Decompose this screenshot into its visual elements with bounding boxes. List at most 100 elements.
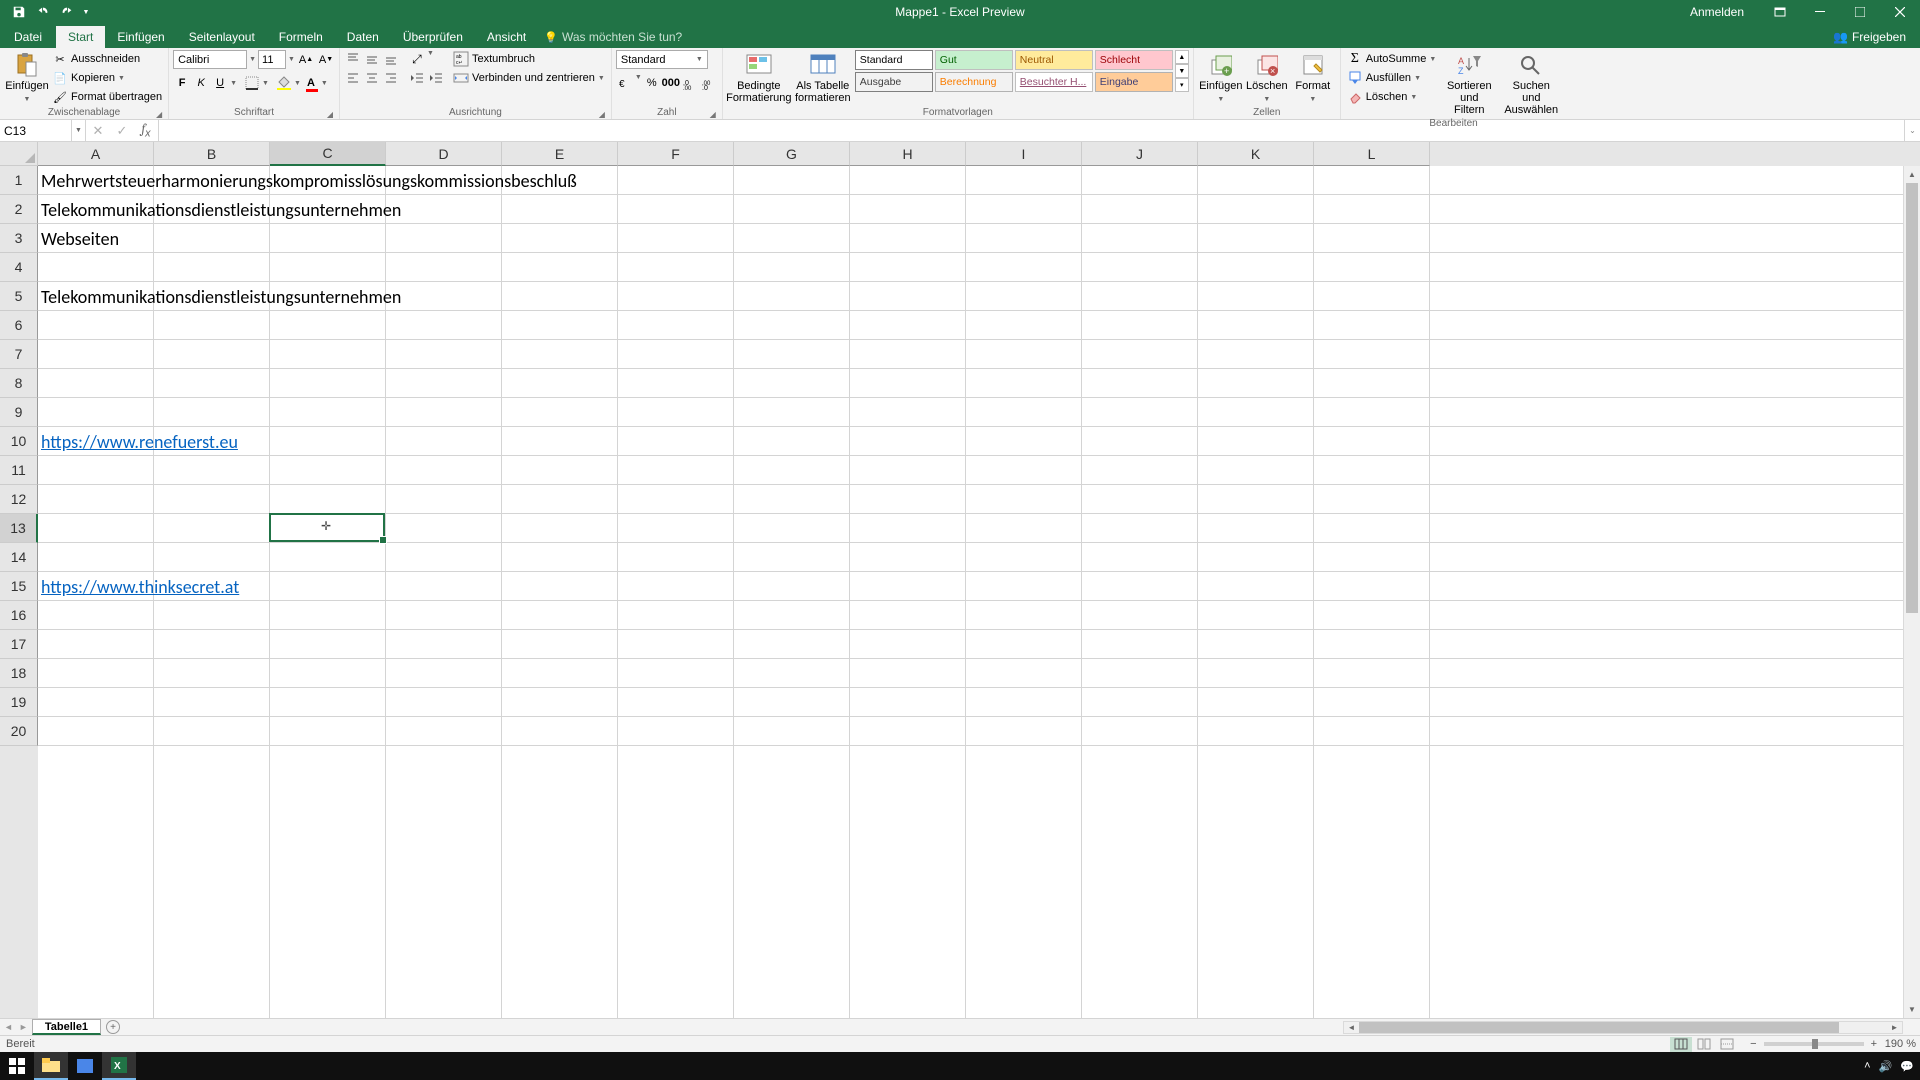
view-page-break-icon[interactable] [1716, 1037, 1738, 1052]
cancel-fx-icon[interactable]: ✕ [86, 123, 110, 139]
cell-value[interactable]: https://www.renefuerst.eu [38, 427, 241, 456]
hscroll-right-icon[interactable]: ► [1887, 1022, 1902, 1033]
decrease-indent-icon[interactable] [408, 69, 426, 87]
ribbon-display-icon[interactable] [1760, 0, 1800, 24]
wrap-text-button[interactable]: abc↵Textumbruch [451, 50, 607, 68]
horizontal-scrollbar[interactable]: ◄ ► [1343, 1021, 1903, 1034]
thousands-format-icon[interactable]: 000 [662, 74, 680, 92]
ribbon-tab-daten[interactable]: Daten [335, 26, 391, 48]
scroll-down-icon[interactable]: ▼ [1904, 1001, 1920, 1018]
new-sheet-button[interactable]: + [101, 1019, 125, 1035]
vertical-scrollbar[interactable]: ▲ ▼ [1903, 166, 1920, 1018]
cell-value[interactable]: https://www.thinksecret.at [38, 572, 242, 601]
share-button[interactable]: 👥Freigeben [1825, 26, 1914, 48]
dialog-launcher-icon[interactable]: ◢ [599, 110, 605, 119]
fill-color-button[interactable] [275, 74, 293, 92]
column-header[interactable]: L [1314, 142, 1430, 166]
row-header[interactable]: 13 [0, 514, 38, 543]
zoom-in-icon[interactable]: + [1871, 1038, 1877, 1050]
view-page-layout-icon[interactable] [1693, 1037, 1715, 1052]
column-header[interactable]: E [502, 142, 618, 166]
align-right-icon[interactable] [382, 69, 400, 87]
cell-value[interactable]: Telekommunikationsdienstleistungsunterne… [38, 195, 404, 224]
autosum-button[interactable]: ΣAutoSumme ▼ [1345, 50, 1438, 68]
acct-dd[interactable]: ▼ [635, 74, 642, 92]
column-header[interactable]: G [734, 142, 850, 166]
row-header[interactable]: 14 [0, 543, 38, 572]
percent-format-icon[interactable]: % [643, 74, 661, 92]
minimize-icon[interactable] [1800, 0, 1840, 24]
accounting-format-icon[interactable]: € [616, 74, 634, 92]
zoom-label[interactable]: 190 % [1878, 1038, 1916, 1050]
fontcolor-dd[interactable]: ▼ [321, 80, 328, 87]
sheet-nav[interactable]: ◄► [0, 1019, 32, 1035]
ribbon-tab-formeln[interactable]: Formeln [267, 26, 335, 48]
scroll-thumb[interactable] [1906, 183, 1918, 613]
view-normal-icon[interactable] [1670, 1037, 1692, 1052]
ribbon-tab-einfügen[interactable]: Einfügen [105, 26, 176, 48]
cell-style-option[interactable]: Eingabe [1095, 72, 1173, 92]
dialog-launcher-icon[interactable]: ◢ [156, 110, 162, 119]
merge-center-button[interactable]: Verbinden und zentrieren ▼ [451, 69, 607, 87]
bold-button[interactable]: F [173, 74, 191, 92]
sheet-tab-active[interactable]: Tabelle1 [32, 1019, 101, 1035]
find-select-button[interactable]: Suchen und Auswählen [1500, 50, 1562, 118]
cell-style-option[interactable]: Schlecht [1095, 50, 1173, 70]
font-color-button[interactable]: A [302, 74, 320, 92]
sheet-next-icon[interactable]: ► [19, 1022, 28, 1032]
row-header[interactable]: 11 [0, 456, 38, 485]
tell-me-search[interactable]: 💡Was möchten Sie tun? [538, 26, 688, 48]
tray-notifications-icon[interactable]: 💬 [1900, 1060, 1914, 1073]
cell-style-option[interactable]: Standard [855, 50, 933, 70]
increase-font-icon[interactable]: A▲ [297, 51, 315, 69]
decrease-decimal-icon[interactable]: ,00,0 [700, 74, 718, 92]
align-left-icon[interactable] [344, 69, 362, 87]
ribbon-tab-überprüfen[interactable]: Überprüfen [391, 26, 475, 48]
column-header[interactable]: J [1082, 142, 1198, 166]
name-box[interactable]: C13 [0, 120, 72, 141]
align-center-icon[interactable] [363, 69, 381, 87]
name-box-dropdown[interactable]: ▼ [72, 120, 86, 141]
confirm-fx-icon[interactable]: ✓ [110, 123, 134, 139]
system-tray[interactable]: ˄ 🔊 💬 [1864, 1060, 1920, 1073]
increase-indent-icon[interactable] [427, 69, 445, 87]
taskbar-app-icon[interactable] [68, 1052, 102, 1080]
clear-button[interactable]: Löschen ▼ [1345, 88, 1438, 106]
delete-cells-button[interactable]: ×Löschen▼ [1244, 50, 1290, 106]
column-header[interactable]: H [850, 142, 966, 166]
file-tab[interactable]: Datei [0, 26, 56, 48]
row-header[interactable]: 17 [0, 630, 38, 659]
fill-button[interactable]: Ausfüllen ▼ [1345, 69, 1438, 87]
taskbar-explorer-icon[interactable] [34, 1052, 68, 1080]
cut-button[interactable]: ✂Ausschneiden [50, 50, 164, 68]
taskbar-excel-icon[interactable]: X [102, 1052, 136, 1080]
undo-icon[interactable] [32, 1, 54, 23]
row-header[interactable]: 2 [0, 195, 38, 224]
cell-value[interactable]: Mehrwertsteuerharmonierungskompromisslös… [38, 166, 580, 195]
sheet-prev-icon[interactable]: ◄ [4, 1022, 13, 1032]
ribbon-tab-seitenlayout[interactable]: Seitenlayout [177, 26, 267, 48]
decrease-font-icon[interactable]: A▼ [317, 51, 335, 69]
orientation-icon[interactable]: ⤢ [408, 50, 426, 68]
row-header[interactable]: 1 [0, 166, 38, 195]
format-painter-button[interactable]: 🖌Format übertragen [50, 88, 164, 106]
format-cells-button[interactable]: Format▼ [1290, 50, 1336, 106]
column-header[interactable]: D [386, 142, 502, 166]
row-header[interactable]: 20 [0, 717, 38, 746]
start-button[interactable] [0, 1052, 34, 1080]
cell-style-option[interactable]: Besuchter H... [1015, 72, 1093, 92]
cell-area[interactable]: Mehrwertsteuerharmonierungskompromisslös… [38, 166, 1920, 1018]
increase-decimal-icon[interactable]: ,0,00 [681, 74, 699, 92]
zoom-slider[interactable] [1764, 1042, 1864, 1046]
conditional-formatting-button[interactable]: Bedingte Formatierung [727, 50, 791, 106]
align-bottom-icon[interactable] [382, 50, 400, 68]
format-as-table-button[interactable]: Als Tabelle formatieren [791, 50, 855, 106]
styles-more-icon[interactable]: ▾ [1175, 78, 1189, 92]
cell-style-option[interactable]: Berechnung [935, 72, 1013, 92]
paste-button[interactable]: Einfügen▼ [4, 50, 50, 106]
row-header[interactable]: 5 [0, 282, 38, 311]
qat-customize-icon[interactable]: ▼ [80, 1, 92, 23]
column-header[interactable]: A [38, 142, 154, 166]
font-size-dd[interactable]: ▼ [288, 56, 295, 63]
column-header[interactable]: I [966, 142, 1082, 166]
